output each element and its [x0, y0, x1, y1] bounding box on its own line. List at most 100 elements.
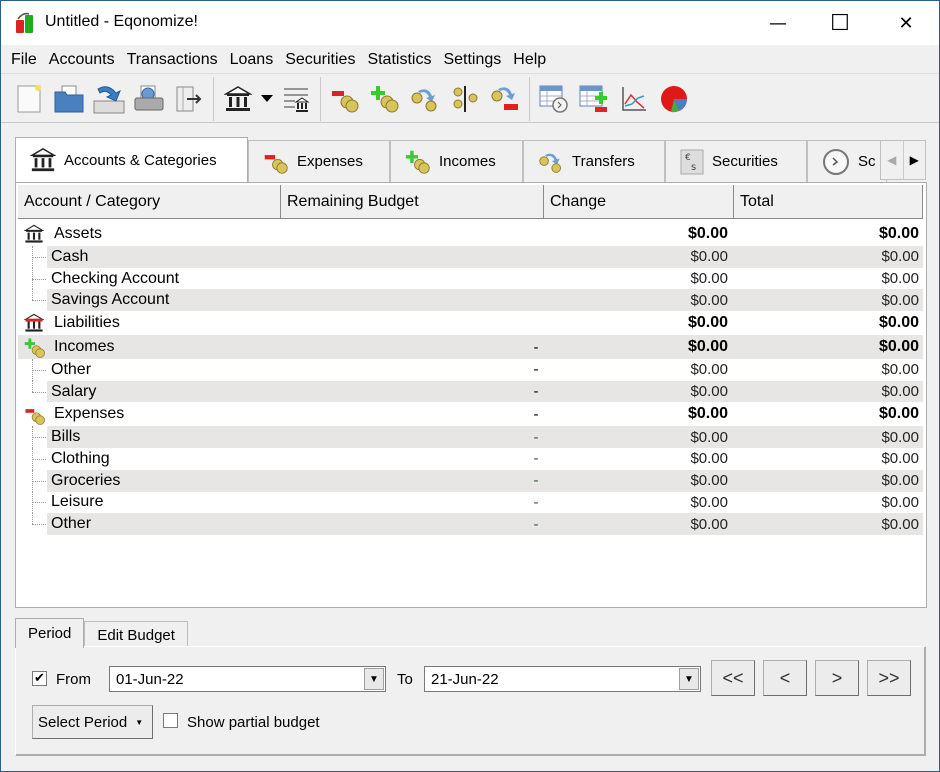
new-account-menu-button[interactable] [258, 79, 276, 119]
line-chart-icon [622, 86, 646, 111]
row-background [18, 402, 923, 426]
open-file-button[interactable] [49, 79, 89, 119]
row-background [18, 222, 923, 246]
tree-group-row[interactable]: Incomes - $0.00 $0.00 [18, 335, 923, 360]
to-date-value: 21-Jun-22 [431, 670, 499, 688]
tab-label: Securities [712, 153, 778, 170]
tab-accounts-categories[interactable]: Accounts & Categories [15, 137, 248, 182]
tree-child-row[interactable]: Checking Account $0.00 $0.00 [18, 267, 923, 290]
export-button[interactable] [169, 79, 209, 119]
tree-child-row[interactable]: Savings Account $0.00 $0.00 [18, 289, 923, 312]
column-header-change[interactable]: Change [544, 185, 734, 219]
accounts-tree[interactable]: Account / Category Remaining Budget Chan… [18, 185, 923, 605]
tree-child-row[interactable]: Other - $0.00 $0.00 [18, 359, 923, 381]
tree-child-row[interactable]: Clothing - $0.00 $0.00 [18, 448, 923, 470]
minimize-button[interactable]: — [755, 1, 801, 45]
dropdown-arrow-icon [261, 94, 273, 102]
row-remaining-budget: - [533, 515, 539, 533]
row-total: $0.00 [881, 493, 919, 511]
toolbar-separator [213, 76, 214, 121]
open-folder-icon [54, 85, 84, 112]
menu-help[interactable]: Help [507, 45, 552, 74]
previous-month-button[interactable]: < [763, 660, 807, 696]
column-header-remaining-budget[interactable]: Remaining Budget [281, 185, 544, 219]
edit-budget-button[interactable] [574, 79, 614, 119]
new-file-button[interactable] [9, 79, 49, 119]
pie-chart-icon [661, 85, 687, 112]
row-name: Expenses [54, 405, 125, 423]
tab-securities[interactable]: € s Securities [665, 140, 807, 182]
new-debt-payment-button[interactable] [485, 79, 525, 119]
checkmark-icon: ✔ [34, 671, 45, 686]
tree-group-row[interactable]: Expenses - $0.00 $0.00 [18, 402, 923, 426]
tab-label: Period [28, 625, 72, 642]
save-file-button[interactable] [89, 79, 129, 119]
menu-securities[interactable]: Securities [279, 45, 361, 74]
tab-scroll-right-button[interactable]: ▶ [904, 141, 926, 179]
menu-transactions[interactable]: Transactions [121, 45, 224, 74]
expense-icon [332, 90, 359, 112]
column-header-total[interactable]: Total [734, 185, 923, 219]
row-name: Cash [51, 247, 89, 265]
next-month-button[interactable]: > [815, 660, 859, 696]
row-remaining-budget: - [533, 383, 539, 401]
row-remaining-budget: - [533, 450, 539, 468]
menu-loans[interactable]: Loans [224, 45, 280, 74]
select-period-button[interactable]: Select Period ▼ [32, 705, 153, 739]
column-header-account[interactable]: Account / Category [18, 185, 281, 219]
row-background [47, 380, 923, 403]
row-name: Incomes [54, 338, 115, 356]
tree-group-row[interactable]: Liabilities $0.00 $0.00 [18, 311, 923, 335]
menu-statistics[interactable]: Statistics [361, 45, 437, 74]
new-expense-button[interactable] [325, 79, 365, 119]
double-right-icon: >> [878, 667, 900, 688]
income-icon [24, 337, 45, 358]
row-change: $0.00 [690, 493, 728, 511]
tab-label: Edit Budget [97, 626, 175, 644]
menu-accounts[interactable]: Accounts [43, 45, 121, 74]
menu-file[interactable]: File [5, 45, 43, 74]
new-income-button[interactable] [365, 79, 405, 119]
split-transaction-button[interactable] [445, 79, 485, 119]
show-partial-budget-checkbox[interactable] [163, 713, 178, 728]
tree-child-row[interactable]: Salary - $0.00 $0.00 [18, 380, 923, 403]
from-date-field[interactable]: 01-Jun-22 ▼ [109, 666, 386, 692]
previous-year-button[interactable]: << [711, 660, 755, 696]
tree-group-row[interactable]: Assets $0.00 $0.00 [18, 222, 923, 246]
maximize-button[interactable]: ☐ [817, 1, 863, 45]
tree-child-row[interactable]: Other - $0.00 $0.00 [18, 513, 923, 535]
row-total: $0.00 [878, 405, 919, 423]
to-date-field[interactable]: 21-Jun-22 ▼ [424, 666, 701, 692]
pie-chart-button[interactable] [654, 79, 694, 119]
from-date-dropdown-button[interactable]: ▼ [364, 668, 384, 690]
line-chart-button[interactable] [614, 79, 654, 119]
tab-period[interactable]: Period [15, 618, 85, 648]
tab-label: Sc [858, 153, 876, 170]
tab-edit-budget[interactable]: Edit Budget [84, 621, 188, 648]
row-remaining-budget: - [533, 338, 539, 356]
tree-child-row[interactable]: Bills - $0.00 $0.00 [18, 426, 923, 449]
account-list-button[interactable] [276, 79, 316, 119]
tab-incomes[interactable]: Incomes [390, 140, 523, 182]
tree-child-row[interactable]: Leisure - $0.00 $0.00 [18, 491, 923, 514]
scheduled-transactions-button[interactable] [534, 79, 574, 119]
tree-child-row[interactable]: Groceries - $0.00 $0.00 [18, 469, 923, 492]
new-transfer-button[interactable] [405, 79, 445, 119]
arrow-right-icon: ▶ [909, 153, 919, 167]
new-account-button[interactable] [218, 79, 258, 119]
from-checkbox[interactable]: ✔ [32, 671, 47, 686]
tab-schedule[interactable]: Sc [807, 140, 887, 182]
close-button[interactable]: ✕ [883, 1, 929, 45]
menu-settings[interactable]: Settings [437, 45, 507, 74]
tab-expenses[interactable]: Expenses [248, 140, 390, 182]
tree-child-row[interactable]: Cash $0.00 $0.00 [18, 246, 923, 268]
chevron-left-icon: < [779, 667, 791, 688]
tab-transfers[interactable]: Transfers [523, 140, 665, 182]
print-button[interactable] [129, 79, 169, 119]
next-year-button[interactable]: >> [867, 660, 911, 696]
row-name: Groceries [51, 471, 121, 489]
tab-scroll-left-button[interactable]: ◀ [881, 141, 904, 179]
to-date-dropdown-button[interactable]: ▼ [679, 668, 699, 690]
split-icon [453, 85, 478, 112]
row-background [47, 426, 923, 449]
